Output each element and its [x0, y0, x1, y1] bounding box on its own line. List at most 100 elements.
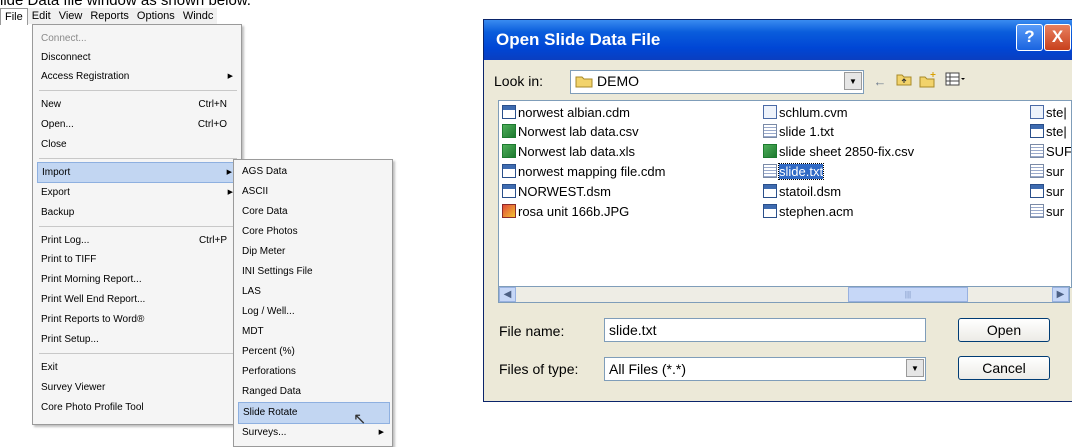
- file-item[interactable]: schlum.cvm: [763, 104, 848, 122]
- view-menu-icon[interactable]: [942, 72, 970, 92]
- import-item-las[interactable]: LAS: [238, 282, 390, 302]
- file-item[interactable]: slide sheet 2850-fix.csv: [763, 143, 914, 161]
- file-name-label: File name:: [499, 323, 565, 339]
- data-file-icon: [1030, 124, 1044, 138]
- menu-item-open[interactable]: Open... Ctrl+O: [37, 115, 239, 134]
- data-file-icon: [502, 105, 516, 119]
- chevron-down-icon[interactable]: ▼: [906, 359, 924, 377]
- file-item[interactable]: rosa unit 166b.JPG: [502, 203, 629, 221]
- menu-item-print-tiff[interactable]: Print to TIFF: [37, 250, 239, 269]
- file-item[interactable]: ste|: [1030, 104, 1067, 122]
- data-file-icon: [763, 184, 777, 198]
- horizontal-scrollbar[interactable]: ◀ ||| ▶: [498, 286, 1070, 303]
- data-file-icon: [502, 164, 516, 178]
- look-in-dropdown[interactable]: DEMO ▼: [570, 70, 864, 94]
- text-file-icon: [763, 124, 777, 138]
- file-item[interactable]: Norwest lab data.xls: [502, 143, 635, 161]
- import-item-ini-settings[interactable]: INI Settings File: [238, 262, 390, 282]
- menu-edit[interactable]: Edit: [28, 8, 55, 24]
- menu-item-access-registration[interactable]: Access Registration ▶: [37, 67, 239, 86]
- data-file-icon: [763, 204, 777, 218]
- menu-item-print-setup[interactable]: Print Setup...: [37, 330, 239, 349]
- import-item-mdt[interactable]: MDT: [238, 322, 390, 342]
- dialog-title: Open Slide Data File: [496, 30, 661, 49]
- menu-item-print-reports-word[interactable]: Print Reports to Word®: [37, 310, 239, 329]
- import-item-core-data[interactable]: Core Data: [238, 202, 390, 222]
- menu-item-disconnect[interactable]: Disconnect: [37, 48, 239, 67]
- import-item-surveys[interactable]: Surveys... ▶: [238, 423, 390, 443]
- help-button[interactable]: ?: [1016, 24, 1043, 51]
- menu-bar: File Edit View Reports Options Windc: [0, 7, 218, 25]
- file-item[interactable]: norwest mapping file.cdm: [502, 163, 665, 181]
- menu-item-import[interactable]: Import ▶: [37, 162, 239, 183]
- menu-separator: [39, 158, 237, 159]
- files-of-type-label: Files of type:: [499, 361, 579, 377]
- open-button[interactable]: Open: [958, 318, 1050, 342]
- import-item-core-photos[interactable]: Core Photos: [238, 222, 390, 242]
- file-name-input[interactable]: slide.txt: [604, 318, 926, 342]
- file-item[interactable]: norwest albian.cdm: [502, 104, 630, 122]
- excel-file-icon: [763, 144, 777, 158]
- menu-item-connect[interactable]: Connect...: [37, 29, 239, 48]
- import-item-slide-rotate[interactable]: Slide Rotate: [238, 402, 390, 424]
- menu-window[interactable]: Windc: [179, 8, 218, 24]
- menu-view[interactable]: View: [55, 8, 87, 24]
- menu-reports[interactable]: Reports: [86, 8, 133, 24]
- mouse-pointer-icon: ↖: [353, 411, 367, 428]
- dialog-titlebar: Open Slide Data File ? X: [484, 20, 1072, 60]
- file-item[interactable]: NORWEST.dsm: [502, 183, 611, 201]
- submenu-arrow-icon: ▶: [227, 73, 233, 80]
- file-item[interactable]: Norwest lab data.csv: [502, 123, 639, 141]
- import-item-percent[interactable]: Percent (%): [238, 342, 390, 362]
- import-item-dip-meter[interactable]: Dip Meter: [238, 242, 390, 262]
- import-item-ags-data[interactable]: AGS Data: [238, 162, 390, 182]
- text-file-icon: [1030, 164, 1044, 178]
- scroll-right-icon[interactable]: ▶: [1052, 287, 1069, 302]
- files-of-type-dropdown[interactable]: All Files (*.*) ▼: [604, 357, 926, 381]
- menu-item-print-well-end-report[interactable]: Print Well End Report...: [37, 290, 239, 309]
- cvm-file-icon: [1030, 105, 1044, 119]
- file-menu: Connect... Disconnect Access Registratio…: [32, 24, 242, 425]
- submenu-arrow-icon: ▶: [378, 429, 384, 436]
- menu-item-survey-viewer[interactable]: Survey Viewer: [37, 378, 239, 397]
- import-item-ascii[interactable]: ASCII: [238, 182, 390, 202]
- import-item-log-well[interactable]: Log / Well...: [238, 302, 390, 322]
- close-button[interactable]: X: [1044, 24, 1071, 51]
- menu-item-backup[interactable]: Backup: [37, 203, 239, 222]
- menu-item-export[interactable]: Export ▶: [37, 183, 239, 202]
- file-item[interactable]: SUF: [1030, 143, 1071, 161]
- menu-item-print-morning-report[interactable]: Print Morning Report...: [37, 270, 239, 289]
- text-file-icon: [763, 164, 777, 178]
- data-file-icon: [1030, 184, 1044, 198]
- up-folder-icon[interactable]: [894, 72, 914, 92]
- menu-item-exit[interactable]: Exit: [37, 358, 239, 377]
- file-item[interactable]: sur: [1030, 203, 1064, 221]
- file-item[interactable]: sur: [1030, 183, 1064, 201]
- menu-item-close[interactable]: Close: [37, 135, 239, 154]
- file-item[interactable]: slide 1.txt: [763, 123, 834, 141]
- submenu-arrow-icon: ▶: [226, 169, 232, 176]
- file-item[interactable]: stephen.acm: [763, 203, 853, 221]
- excel-file-icon: [502, 144, 516, 158]
- cancel-button[interactable]: Cancel: [958, 356, 1050, 380]
- menu-file[interactable]: File: [0, 7, 28, 25]
- file-item[interactable]: statoil.dsm: [763, 183, 841, 201]
- file-item-selected[interactable]: slide.txt: [763, 163, 825, 181]
- excel-file-icon: [502, 124, 516, 138]
- file-list[interactable]: norwest albian.cdm Norwest lab data.csv …: [498, 100, 1072, 288]
- import-item-perforations[interactable]: Perforations: [238, 362, 390, 382]
- scroll-left-icon[interactable]: ◀: [499, 287, 516, 302]
- file-item[interactable]: sur: [1030, 163, 1064, 181]
- scroll-thumb[interactable]: |||: [848, 287, 968, 302]
- back-arrow-icon[interactable]: ←: [870, 72, 890, 92]
- new-folder-icon[interactable]: [918, 72, 938, 92]
- menu-separator: [39, 90, 237, 91]
- menu-item-core-photo-profile-tool[interactable]: Core Photo Profile Tool: [37, 398, 239, 417]
- menu-options[interactable]: Options: [133, 8, 179, 24]
- chevron-down-icon[interactable]: ▼: [844, 72, 862, 90]
- file-item[interactable]: ste|: [1030, 123, 1067, 141]
- menu-item-new[interactable]: New Ctrl+N: [37, 95, 239, 114]
- import-item-ranged-data[interactable]: Ranged Data: [238, 382, 390, 402]
- text-file-icon: [1030, 204, 1044, 218]
- menu-item-print-log[interactable]: Print Log... Ctrl+P: [37, 231, 239, 250]
